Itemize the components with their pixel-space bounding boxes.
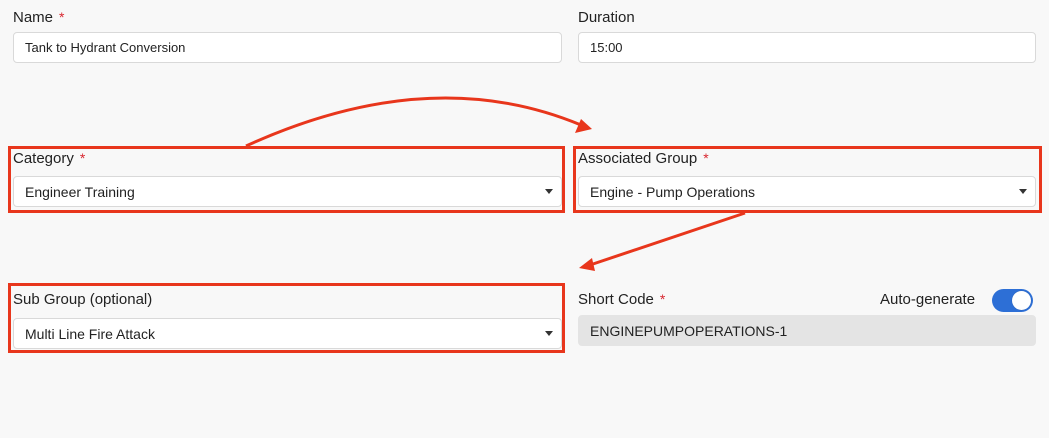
caret-down-icon (545, 331, 553, 336)
required-asterisk: * (59, 9, 65, 25)
required-asterisk: * (659, 291, 666, 307)
short-code-label-text: Short Code (578, 291, 654, 308)
sub-group-select-value: Multi Line Fire Attack (25, 325, 155, 342)
category-label-text: Category (13, 150, 74, 167)
name-input-value: Tank to Hydrant Conversion (25, 40, 186, 55)
annotation-arrows (245, 96, 746, 271)
sub-group-label-text: Sub Group (optional) (13, 291, 153, 308)
required-asterisk: * (703, 150, 709, 166)
name-input[interactable]: Tank to Hydrant Conversion (13, 32, 562, 63)
duration-label: Duration (578, 9, 635, 26)
short-code-input: ENGINEPUMPOPERATIONS-1 (578, 315, 1036, 346)
associated-group-label: Associated Group * (578, 150, 709, 167)
category-select[interactable]: Engineer Training (13, 176, 562, 207)
duration-label-text: Duration (578, 9, 635, 26)
caret-down-icon (1019, 189, 1027, 194)
caret-down-icon (545, 189, 553, 194)
associated-group-label-text: Associated Group (578, 150, 698, 167)
required-asterisk: * (79, 150, 86, 166)
arrowhead-icon (579, 258, 595, 271)
name-label: Name * (13, 9, 64, 26)
arrow-group-to-subgroup (589, 211, 746, 267)
auto-generate-toggle[interactable] (992, 289, 1033, 312)
name-label-text: Name (13, 9, 54, 26)
duration-input-value: 15:00 (590, 40, 623, 55)
short-code-label: Short Code * (578, 291, 665, 308)
duration-input[interactable]: 15:00 (578, 32, 1036, 63)
toggle-knob (1012, 291, 1031, 310)
auto-generate-label: Auto-generate (880, 291, 975, 308)
arrowhead-icon (575, 119, 592, 133)
sub-group-select[interactable]: Multi Line Fire Attack (13, 318, 562, 349)
category-label: Category * (13, 150, 85, 167)
associated-group-select[interactable]: Engine - Pump Operations (578, 176, 1036, 207)
short-code-input-value: ENGINEPUMPOPERATIONS-1 (590, 322, 788, 339)
sub-group-label: Sub Group (optional) (13, 291, 152, 308)
auto-generate-label-text: Auto-generate (880, 291, 976, 308)
associated-group-select-value: Engine - Pump Operations (590, 183, 755, 200)
arrow-category-to-group (245, 96, 582, 148)
category-select-value: Engineer Training (25, 183, 135, 200)
